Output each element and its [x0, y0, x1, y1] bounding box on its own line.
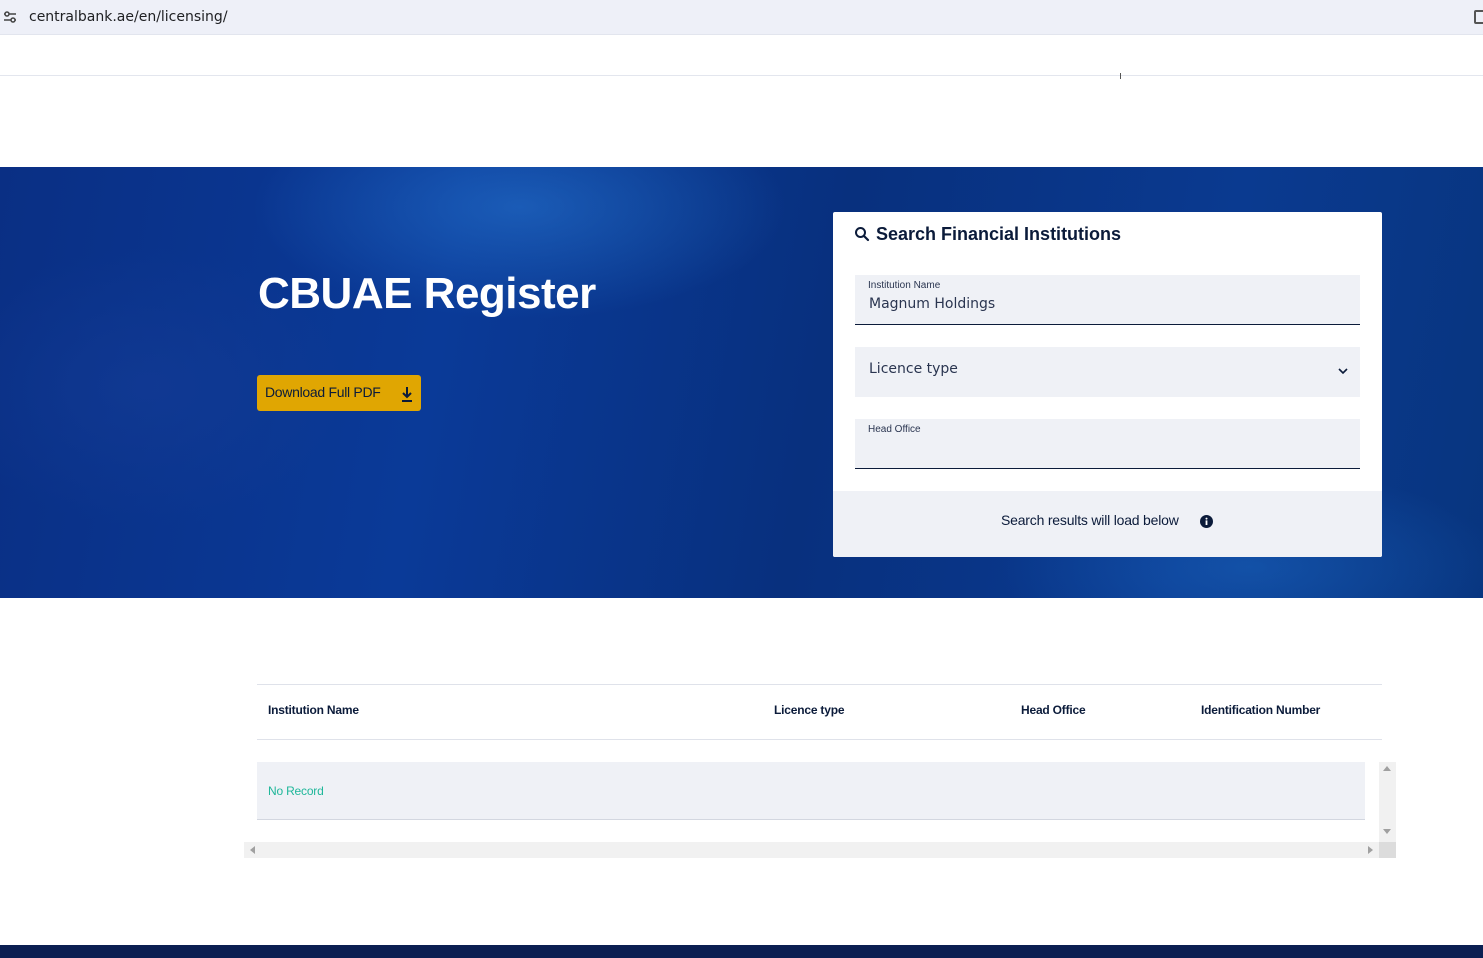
- scroll-down-arrow-icon[interactable]: [1383, 829, 1391, 834]
- no-record-message: No Record: [268, 784, 324, 798]
- head-office-input[interactable]: [869, 440, 1339, 456]
- institution-name-label: Institution Name: [868, 280, 941, 291]
- search-card-footer: Search results will load below: [833, 491, 1382, 557]
- url-text[interactable]: centralbank.ae/en/licensing/: [29, 9, 228, 25]
- scroll-up-arrow-icon[interactable]: [1383, 766, 1391, 771]
- site-footer: [0, 945, 1483, 958]
- browser-address-bar: centralbank.ae/en/licensing/: [0, 0, 1483, 35]
- site-header: [0, 35, 1483, 76]
- institution-name-field[interactable]: Institution Name: [855, 275, 1360, 325]
- header-divider: [1120, 73, 1121, 79]
- scrollbar-corner: [1379, 842, 1396, 858]
- column-head-office[interactable]: Head Office: [1021, 703, 1086, 717]
- scroll-left-arrow-icon[interactable]: [250, 846, 255, 854]
- page-title: CBUAE Register: [258, 269, 596, 318]
- search-results-hint: Search results will load below: [1001, 512, 1179, 528]
- column-identification-number[interactable]: Identification Number: [1201, 703, 1320, 717]
- licence-type-value: Licence type: [869, 361, 958, 377]
- download-pdf-label: Download Full PDF: [265, 384, 381, 400]
- results-table-header: Institution Name Licence type Head Offic…: [257, 685, 1382, 740]
- info-icon[interactable]: [1200, 515, 1213, 528]
- column-licence-type[interactable]: Licence type: [774, 703, 845, 717]
- table-row: No Record: [257, 762, 1365, 820]
- licence-type-select[interactable]: Licence type: [855, 347, 1360, 397]
- institution-name-input[interactable]: [869, 296, 1339, 312]
- search-icon: [855, 227, 870, 242]
- search-card: Search Financial Institutions Institutio…: [833, 212, 1382, 557]
- scroll-right-arrow-icon[interactable]: [1368, 846, 1373, 854]
- download-icon: [402, 387, 412, 402]
- search-card-title: Search Financial Institutions: [876, 224, 1122, 244]
- head-office-label: Head Office: [868, 424, 921, 435]
- horizontal-scrollbar[interactable]: [244, 842, 1379, 858]
- hero-banner: CBUAE Register Download Full PDF Search …: [0, 167, 1483, 598]
- site-settings-icon[interactable]: [2, 9, 18, 25]
- vertical-scrollbar[interactable]: [1379, 762, 1396, 842]
- chevron-down-icon: [1338, 368, 1348, 375]
- head-office-field[interactable]: Head Office: [855, 419, 1360, 469]
- extension-icon[interactable]: [1474, 10, 1483, 24]
- column-institution-name[interactable]: Institution Name: [268, 703, 359, 717]
- download-pdf-button[interactable]: Download Full PDF: [257, 375, 421, 411]
